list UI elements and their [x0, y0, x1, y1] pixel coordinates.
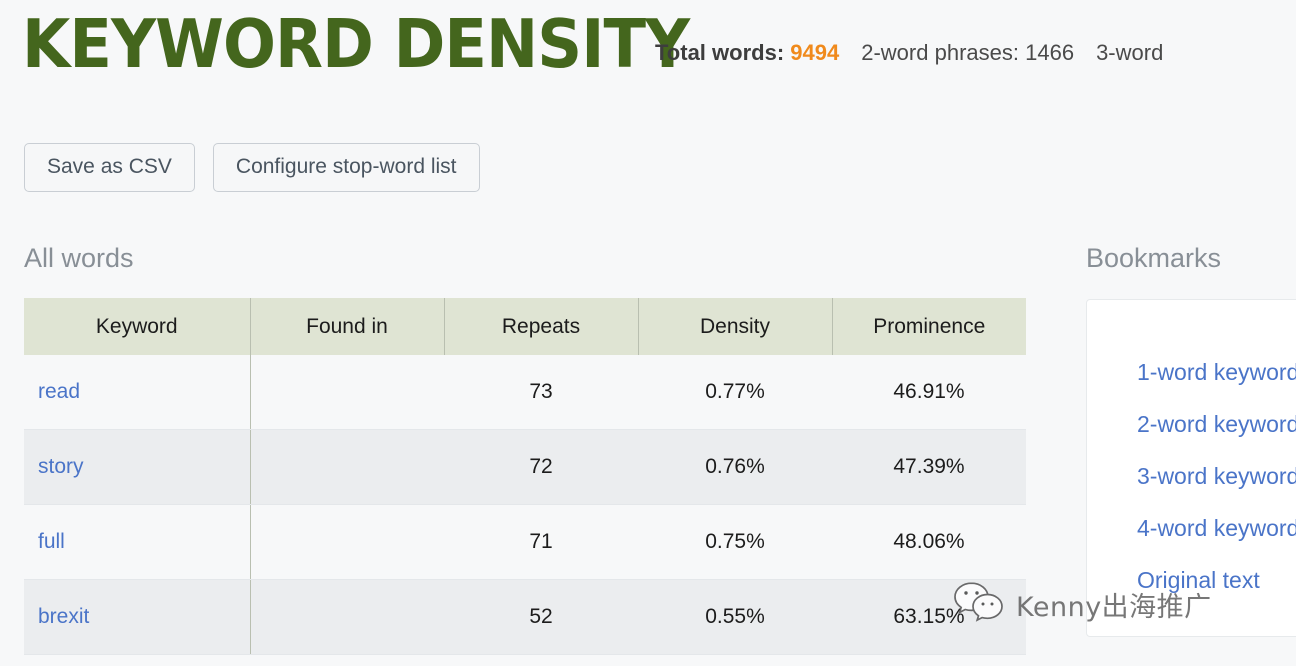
column-header-keyword[interactable]: Keyword [24, 298, 251, 355]
bookmark-link-4-word[interactable]: 4-word keywords [1137, 502, 1296, 554]
configure-stop-word-list-button[interactable]: Configure stop-word list [212, 143, 480, 192]
bookmark-link-2-word[interactable]: 2-word keywords [1137, 398, 1296, 450]
cell-keyword: full [24, 504, 251, 580]
all-words-heading: All words [24, 243, 134, 273]
cell-prominence: 46.91% [832, 355, 1026, 430]
two-word-phrases-stat: 2-word phrases: 1466 [861, 40, 1074, 65]
cell-prominence: 63.15% [832, 579, 1026, 655]
all-words-table-container: Keyword Found in Repeats Density Promine… [24, 298, 1026, 655]
cell-found-in [250, 579, 444, 655]
toolbar: Save as CSV Configure stop-word list [24, 143, 480, 192]
total-words-label: Total words: [655, 40, 785, 65]
cell-repeats: 73 [444, 355, 638, 430]
bookmark-link-original-text[interactable]: Original text [1137, 554, 1296, 606]
bookmark-link-3-word[interactable]: 3-word keywords [1137, 450, 1296, 502]
cell-found-in [250, 355, 444, 430]
table-row: full 71 0.75% 48.06% [24, 504, 1026, 580]
table-body: read 73 0.77% 46.91% story 72 0.76% 47.3… [24, 355, 1026, 655]
table-row: brexit 52 0.55% 63.15% [24, 579, 1026, 655]
cell-prominence: 47.39% [832, 429, 1026, 505]
table-row: read 73 0.77% 46.91% [24, 355, 1026, 430]
column-header-density[interactable]: Density [638, 298, 833, 355]
cell-repeats: 71 [444, 504, 638, 580]
cell-repeats: 72 [444, 429, 638, 505]
cell-density: 0.77% [638, 355, 832, 430]
cell-keyword: story [24, 429, 251, 505]
bookmarks-panel: 1-word keywords 2-word keywords 3-word k… [1086, 299, 1296, 637]
bookmarks-heading: Bookmarks [1086, 243, 1222, 273]
cell-density: 0.55% [638, 579, 832, 655]
word-stats: Total words: 9494 2-word phrases: 1466 3-w… [655, 38, 1185, 68]
two-word-phrases-value: 1466 [1025, 40, 1075, 65]
bookmarks-list: 1-word keywords 2-word keywords 3-word k… [1137, 346, 1296, 606]
page-title: KEYWORD DENSITY [22, 5, 690, 83]
cell-keyword: read [24, 355, 251, 430]
table-row: story 72 0.76% 47.39% [24, 429, 1026, 505]
bookmark-link-1-word[interactable]: 1-word keywords [1137, 346, 1296, 398]
save-as-csv-button[interactable]: Save as CSV [24, 143, 195, 192]
two-word-phrases-label: 2-word phrases: [861, 40, 1019, 65]
cell-density: 0.76% [638, 429, 832, 505]
keyword-link[interactable]: brexit [38, 605, 89, 628]
column-header-repeats[interactable]: Repeats [444, 298, 639, 355]
keyword-link[interactable]: read [38, 380, 80, 403]
keyword-link[interactable]: story [38, 455, 84, 478]
keyword-link[interactable]: full [38, 530, 65, 553]
three-word-phrases-label: 3-word [1096, 40, 1164, 65]
column-header-prominence[interactable]: Prominence [832, 298, 1026, 355]
three-word-phrases-stat: 3-word [1096, 40, 1163, 65]
cell-found-in [250, 429, 444, 505]
total-words-value: 9494 [790, 40, 840, 65]
cell-found-in [250, 504, 444, 580]
cell-repeats: 52 [444, 579, 638, 655]
cell-prominence: 48.06% [832, 504, 1026, 580]
page-header: KEYWORD DENSITY Total words: 9494 2-word … [0, 0, 1296, 110]
table-header-row: Keyword Found in Repeats Density Promine… [24, 298, 1026, 355]
cell-keyword: brexit [24, 579, 251, 655]
table-header: Keyword Found in Repeats Density Promine… [24, 298, 1026, 355]
keyword-density-table: Keyword Found in Repeats Density Promine… [24, 298, 1026, 655]
total-words-stat: Total words: 9494 [655, 40, 839, 65]
column-header-found-in[interactable]: Found in [250, 298, 445, 355]
cell-density: 0.75% [638, 504, 832, 580]
